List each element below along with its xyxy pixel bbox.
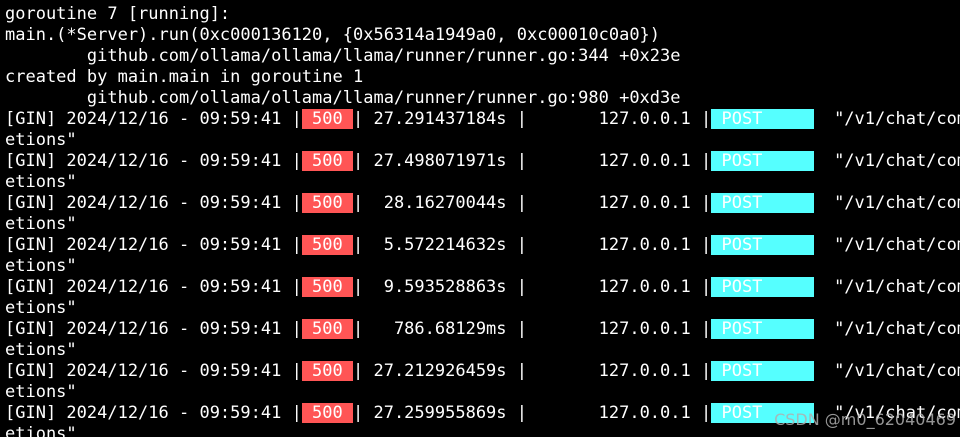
log-path: "/v1/chat/compl <box>834 319 960 339</box>
trace-line: github.com/ollama/ollama/llama/runner/ru… <box>5 46 681 66</box>
log-path-continuation: etions" <box>5 130 77 150</box>
log-prefix: [GIN] 2024/12/16 - 09:59:41 | <box>5 361 302 381</box>
log-latency: | 27.259955869s | 127.0.0.1 | <box>353 403 712 423</box>
status-badge: 500 <box>301 235 353 255</box>
log-entry: [GIN] 2024/12/16 - 09:59:41 | 500 | 27.2… <box>5 109 960 151</box>
log-path-continuation: etions" <box>5 172 77 192</box>
method-badge: POST <box>711 151 814 171</box>
log-latency: | 27.498071971s | 127.0.0.1 | <box>353 151 712 171</box>
status-badge: 500 <box>301 151 353 171</box>
log-entry: [GIN] 2024/12/16 - 09:59:41 | 500 | 28.1… <box>5 193 960 235</box>
log-entry: [GIN] 2024/12/16 - 09:59:41 | 500 | 27.4… <box>5 151 960 193</box>
log-entry: [GIN] 2024/12/16 - 09:59:41 | 500 | 9.59… <box>5 277 960 319</box>
method-badge: POST <box>711 235 814 255</box>
log-prefix: [GIN] 2024/12/16 - 09:59:41 | <box>5 109 302 129</box>
log-prefix: [GIN] 2024/12/16 - 09:59:41 | <box>5 403 302 423</box>
log-latency: | 27.212926459s | 127.0.0.1 | <box>353 361 712 381</box>
log-latency: | 9.593528863s | 127.0.0.1 | <box>353 277 712 297</box>
trace-line: main.(*Server).run(0xc000136120, {0x5631… <box>5 25 661 45</box>
log-line: [GIN] 2024/12/16 - 09:59:41 | 500 | 5.57… <box>5 235 960 256</box>
log-line: [GIN] 2024/12/16 - 09:59:41 | 500 | 9.59… <box>5 277 960 298</box>
log-path-continuation: etions" <box>5 298 77 318</box>
status-badge: 500 <box>301 193 353 213</box>
method-badge: POST <box>711 193 814 213</box>
log-line: [GIN] 2024/12/16 - 09:59:41 | 500 | 27.4… <box>5 151 960 172</box>
trace-line: github.com/ollama/ollama/llama/runner/ru… <box>5 88 681 108</box>
log-line: [GIN] 2024/12/16 - 09:59:41 | 500 | 28.1… <box>5 193 960 214</box>
log-path-continuation: etions" <box>5 256 77 276</box>
log-path: "/v1/chat/compl <box>834 151 960 171</box>
log-path-continuation: etions" <box>5 382 77 402</box>
trace-line: goroutine 7 [running]: <box>5 4 231 24</box>
log-path: "/v1/chat/compl <box>834 193 960 213</box>
method-badge: POST <box>711 319 814 339</box>
log-latency: | 27.291437184s | 127.0.0.1 | <box>353 109 712 129</box>
log-latency: | 786.68129ms | 127.0.0.1 | <box>353 319 712 339</box>
log-latency: | 28.16270044s | 127.0.0.1 | <box>353 193 712 213</box>
log-entry: [GIN] 2024/12/16 - 09:59:41 | 500 | 27.2… <box>5 361 960 403</box>
log-line: [GIN] 2024/12/16 - 09:59:41 | 500 | 786.… <box>5 319 960 340</box>
log-prefix: [GIN] 2024/12/16 - 09:59:41 | <box>5 235 302 255</box>
csdn-watermark: CSDN @m0_62040469 <box>774 410 956 429</box>
log-path-continuation: etions" <box>5 340 77 360</box>
log-latency: | 5.572214632s | 127.0.0.1 | <box>353 235 712 255</box>
status-badge: 500 <box>301 361 353 381</box>
status-badge: 500 <box>301 109 353 129</box>
log-prefix: [GIN] 2024/12/16 - 09:59:41 | <box>5 277 302 297</box>
log-path: "/v1/chat/compl <box>834 361 960 381</box>
log-entry: [GIN] 2024/12/16 - 09:59:41 | 500 | 786.… <box>5 319 960 361</box>
trace-line: created by main.main in goroutine 1 <box>5 67 364 87</box>
method-badge: POST <box>711 109 814 129</box>
log-line: [GIN] 2024/12/16 - 09:59:41 | 500 | 27.2… <box>5 361 960 382</box>
method-badge: POST <box>711 277 814 297</box>
log-entry: [GIN] 2024/12/16 - 09:59:41 | 500 | 5.57… <box>5 235 960 277</box>
log-path: "/v1/chat/compl <box>834 277 960 297</box>
terminal-window[interactable]: goroutine 7 [running]: main.(*Server).ru… <box>0 0 960 437</box>
log-prefix: [GIN] 2024/12/16 - 09:59:41 | <box>5 319 302 339</box>
log-prefix: [GIN] 2024/12/16 - 09:59:41 | <box>5 193 302 213</box>
log-path-continuation: etions" <box>5 214 77 234</box>
log-path: "/v1/chat/compl <box>834 109 960 129</box>
status-badge: 500 <box>301 277 353 297</box>
log-prefix: [GIN] 2024/12/16 - 09:59:41 | <box>5 151 302 171</box>
status-badge: 500 <box>301 403 353 423</box>
method-badge: POST <box>711 361 814 381</box>
status-badge: 500 <box>301 319 353 339</box>
log-path: "/v1/chat/compl <box>834 235 960 255</box>
log-line: [GIN] 2024/12/16 - 09:59:41 | 500 | 27.2… <box>5 109 960 130</box>
